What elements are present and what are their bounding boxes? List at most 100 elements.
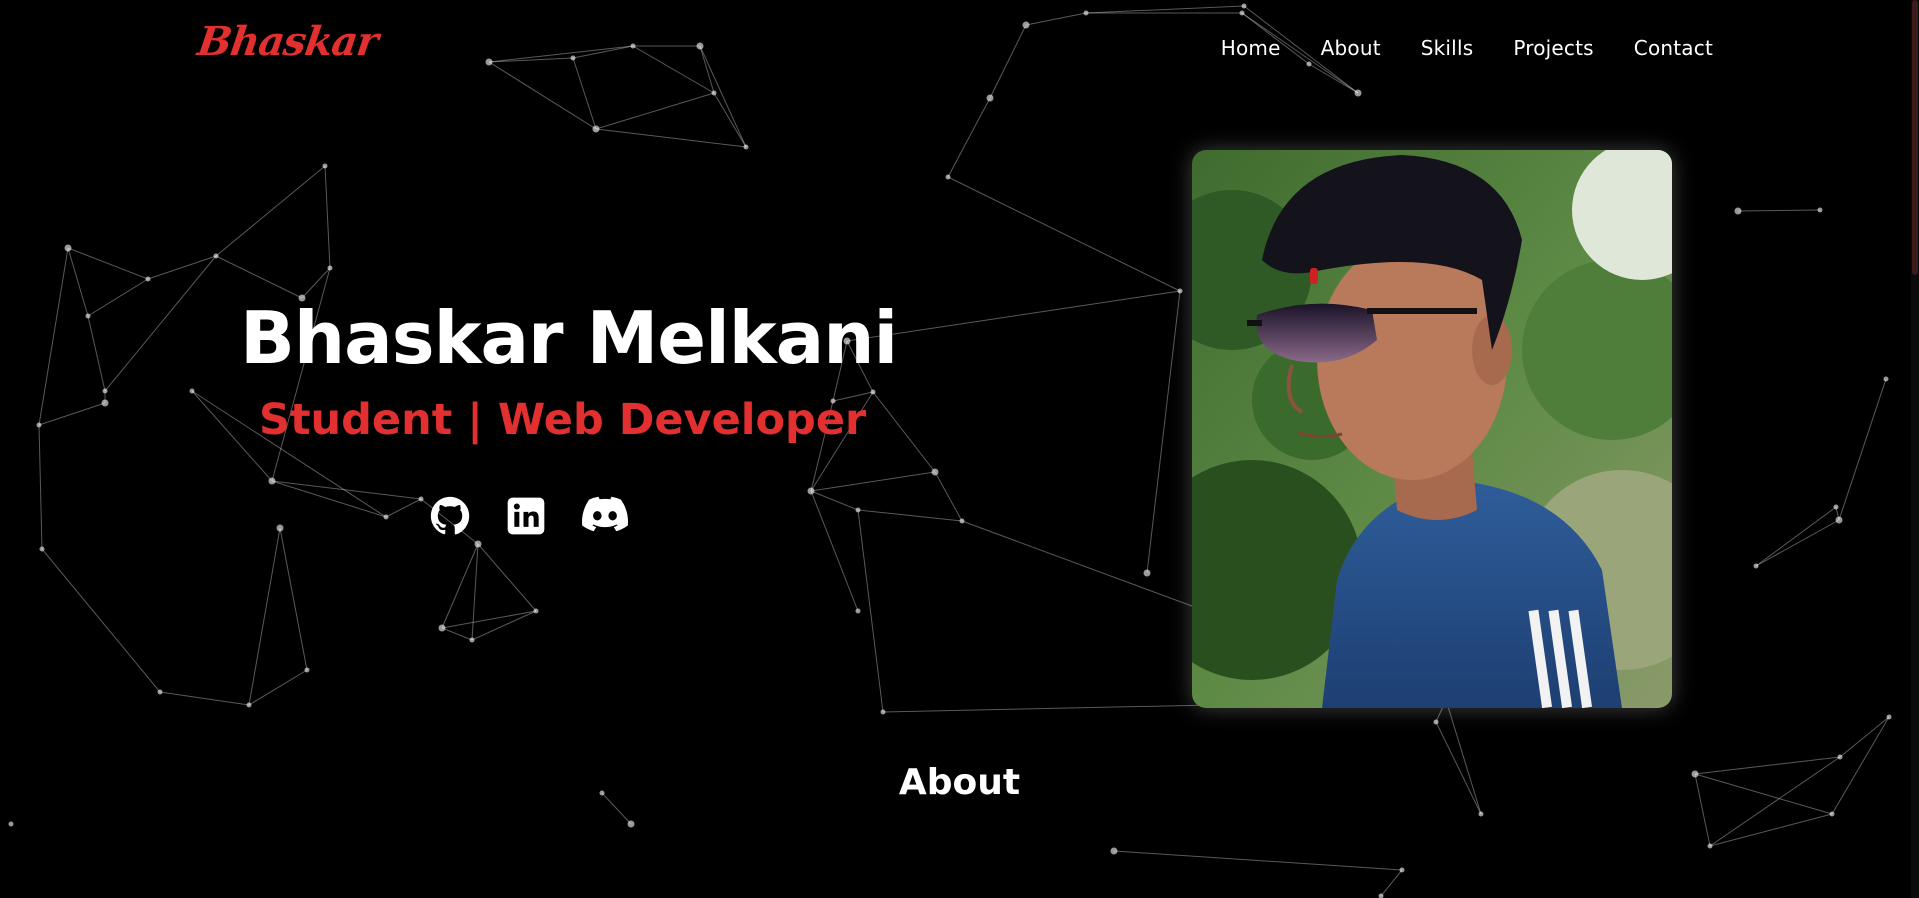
network-node (1833, 504, 1839, 510)
network-node (1241, 3, 1247, 9)
profile-photo (1192, 150, 1672, 708)
network-node (986, 94, 994, 102)
network-link (248, 527, 281, 706)
discord-icon[interactable] (582, 496, 628, 536)
nav-link-home[interactable]: Home (1221, 36, 1281, 60)
linkedin-icon[interactable] (506, 496, 546, 536)
network-link (1838, 378, 1887, 521)
network-node (1083, 10, 1089, 16)
scrollbar-thumb[interactable] (1912, 0, 1918, 275)
network-link (477, 543, 537, 612)
network-node (474, 540, 482, 548)
network-node (1110, 847, 1118, 855)
network-node (64, 244, 72, 252)
network-node (1753, 563, 1759, 569)
network-link (1308, 63, 1359, 94)
network-node (485, 58, 493, 66)
network-node (327, 265, 333, 271)
network-node (1399, 867, 1405, 873)
network-node (696, 42, 704, 50)
network-link (248, 669, 308, 706)
network-link (385, 498, 422, 518)
network-link (87, 315, 106, 392)
main-nav: Home About Skills Projects Contact (1221, 36, 1713, 60)
network-node (1707, 843, 1713, 849)
network-node (36, 422, 42, 428)
site-logo[interactable]: Bhaskar (195, 18, 381, 65)
network-link (947, 176, 1181, 292)
network-node (1143, 569, 1151, 577)
network-link (1755, 519, 1840, 567)
nav-link-projects[interactable]: Projects (1513, 36, 1593, 60)
network-node (880, 709, 886, 715)
network-node (438, 624, 446, 632)
github-icon[interactable] (430, 496, 470, 536)
network-link (1085, 5, 1245, 14)
network-node (1177, 288, 1183, 294)
network-link (147, 255, 217, 280)
network-link (38, 424, 43, 550)
network-node (592, 125, 600, 133)
network-link (471, 610, 537, 641)
network-node (1734, 207, 1742, 215)
network-node (1354, 89, 1362, 97)
network-link (41, 548, 161, 693)
network-link (947, 97, 991, 178)
network-node (870, 389, 876, 395)
network-node (1837, 754, 1843, 760)
network-node (1817, 207, 1823, 213)
about-section-title: About (898, 762, 1021, 803)
network-link (872, 391, 936, 473)
network-link (271, 480, 422, 500)
network-link (215, 255, 303, 299)
network-node (39, 546, 45, 552)
network-node (268, 477, 276, 485)
network-link (1025, 12, 1087, 26)
network-node (1022, 21, 1030, 29)
network-node (246, 702, 252, 708)
network-node (418, 496, 424, 502)
network-node (743, 144, 749, 150)
network-node (157, 689, 163, 695)
network-link (279, 527, 308, 671)
network-node (1829, 811, 1835, 817)
network-link (857, 509, 884, 713)
network-node (1835, 516, 1843, 524)
network-link (595, 92, 715, 130)
network-link (699, 45, 747, 148)
nav-link-about[interactable]: About (1321, 36, 1381, 60)
network-link (324, 165, 331, 269)
network-link (159, 691, 250, 706)
network-link (810, 471, 936, 492)
network-link (1113, 850, 1403, 871)
hero-name: Bhaskar Melkani (240, 296, 898, 380)
network-link (934, 471, 963, 522)
network-node (1883, 376, 1889, 382)
social-links (430, 496, 628, 536)
network-node (8, 821, 14, 827)
network-link (713, 92, 747, 148)
network-node (807, 487, 815, 495)
page-scrollbar[interactable] (1911, 0, 1919, 898)
network-link (488, 57, 574, 63)
network-node (1478, 811, 1484, 817)
network-link (1839, 716, 1890, 758)
network-link (572, 57, 597, 130)
network-node (931, 468, 939, 476)
nav-link-contact[interactable]: Contact (1634, 36, 1713, 60)
hero-role: Student | Web Developer (259, 395, 867, 445)
network-link (67, 247, 89, 317)
network-link (488, 61, 597, 130)
nav-link-skills[interactable]: Skills (1421, 36, 1474, 60)
network-node (145, 276, 151, 282)
network-link (1737, 209, 1821, 212)
network-link (441, 543, 479, 629)
network-link (1146, 290, 1181, 574)
network-node (1433, 719, 1439, 725)
network-link (1755, 506, 1837, 567)
network-node (533, 608, 539, 614)
network-node (855, 608, 861, 614)
network-link (488, 45, 634, 63)
network-node (85, 313, 91, 319)
network-node (570, 55, 576, 61)
